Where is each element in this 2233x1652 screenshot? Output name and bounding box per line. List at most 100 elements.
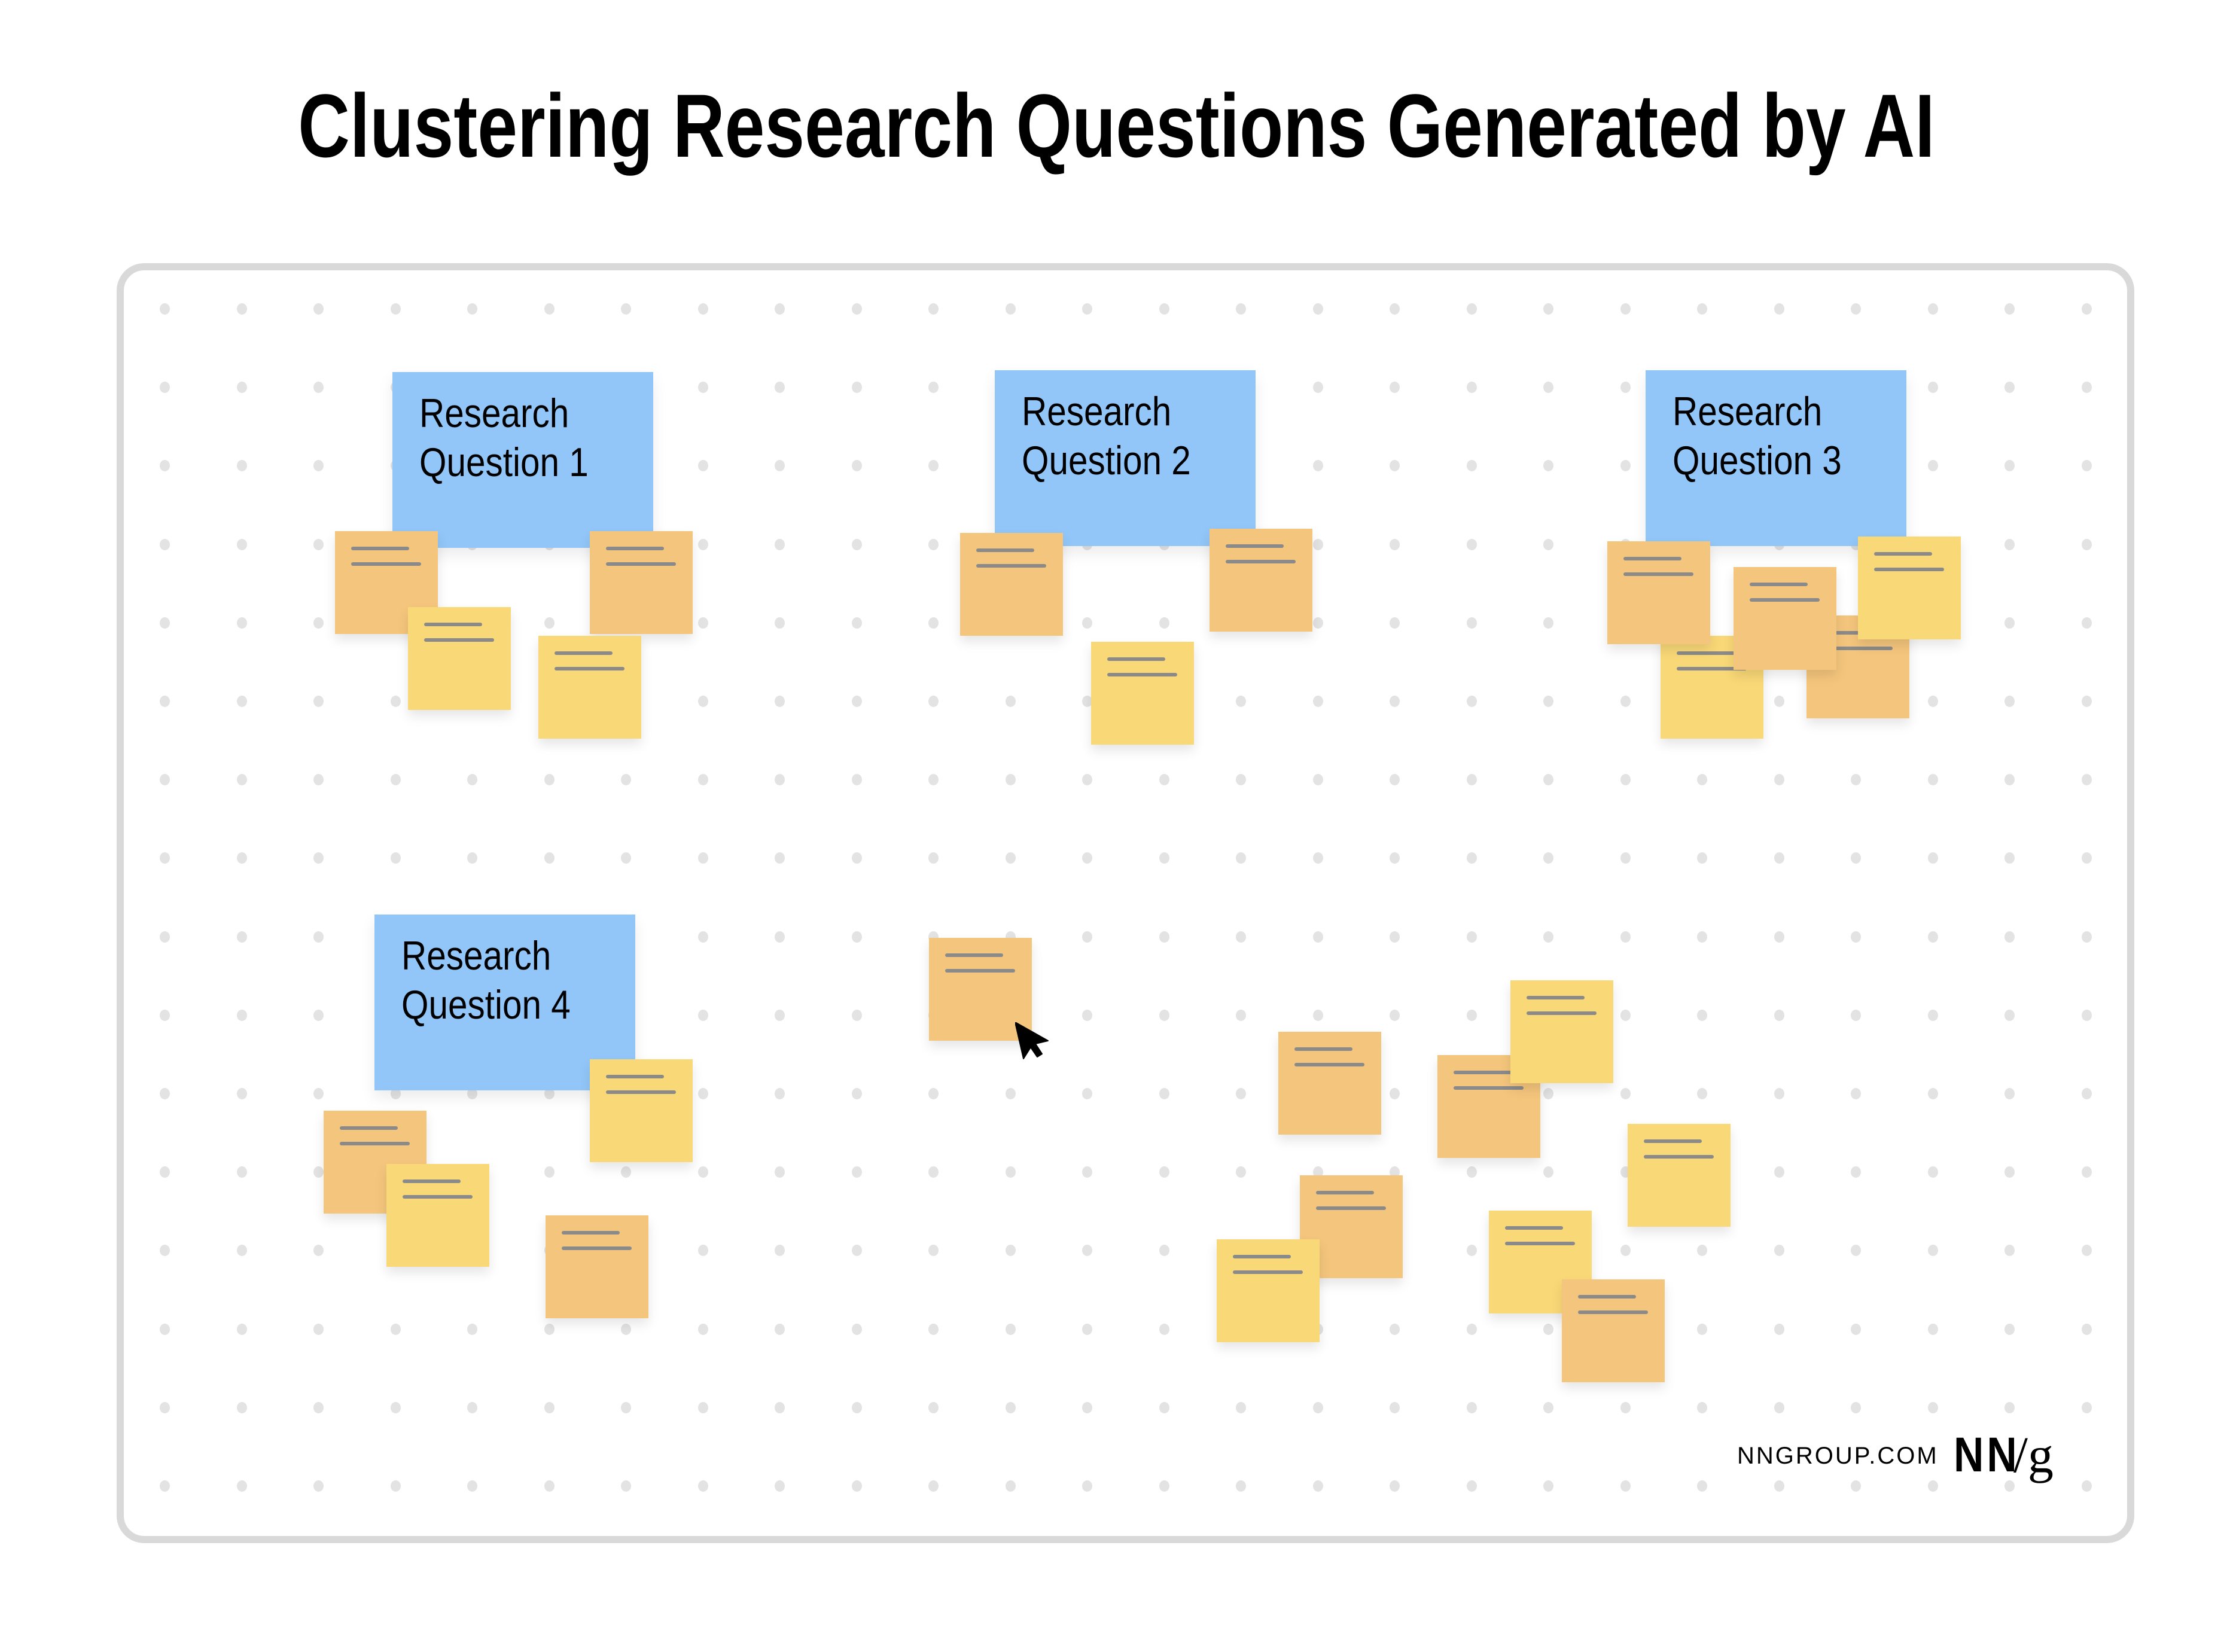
text-line [1226, 560, 1296, 563]
sticky-note[interactable] [1278, 1032, 1381, 1135]
sticky-note[interactable] [590, 531, 693, 634]
grid-dot [2081, 1480, 2092, 1492]
grid-dot [313, 617, 324, 629]
grid-dot [1543, 1323, 1553, 1335]
grid-dot [160, 774, 170, 786]
grid-dot [1082, 774, 1092, 786]
grid-dot [1005, 1480, 1016, 1492]
grid-dot [1543, 931, 1553, 943]
card-line: Research [1022, 389, 1172, 434]
sticky-note[interactable] [1091, 642, 1194, 745]
text-line [340, 1126, 398, 1130]
text-line [976, 548, 1034, 552]
question-card-2[interactable]: Research Question 2 [995, 370, 1256, 546]
grid-dot [544, 617, 555, 629]
sticky-note[interactable] [1734, 567, 1836, 670]
sticky-note[interactable] [538, 636, 641, 739]
sticky-note[interactable] [1628, 1124, 1731, 1227]
grid-dot [775, 303, 785, 315]
text-line [606, 1075, 664, 1078]
grid-dot [1774, 303, 1784, 315]
grid-dot [1312, 382, 1323, 394]
grid-dot [1620, 1480, 1631, 1492]
grid-dot [2081, 931, 2092, 943]
sticky-note[interactable] [960, 533, 1063, 636]
grid-dot [313, 303, 324, 315]
grid-dot [1390, 852, 1400, 864]
grid-dot [1851, 774, 1861, 786]
grid-dot [1620, 1088, 1631, 1099]
grid-dot [621, 774, 631, 786]
text-line [1294, 1063, 1364, 1066]
grid-dot [1390, 460, 1400, 472]
grid-dot [1466, 1480, 1477, 1492]
sticky-note[interactable] [1510, 980, 1613, 1083]
grid-dot [1543, 303, 1553, 315]
grid-dot [1543, 460, 1553, 472]
grid-dot [236, 460, 247, 472]
grid-dot [313, 1009, 324, 1021]
text-line [1233, 1270, 1303, 1274]
text-line [424, 638, 494, 642]
grid-dot [236, 382, 247, 394]
grid-dot [1851, 1323, 1861, 1335]
dot-grid [0, 0, 2233, 1652]
grid-dot [1312, 774, 1323, 786]
sticky-note[interactable] [1562, 1279, 1665, 1382]
grid-dot [1927, 774, 1938, 786]
text-line [1226, 544, 1284, 548]
grid-dot [236, 1480, 247, 1492]
grid-dot [1466, 774, 1477, 786]
sticky-note[interactable] [590, 1059, 693, 1162]
grid-dot [313, 1323, 324, 1335]
text-line [562, 1231, 620, 1235]
grid-dot [851, 303, 862, 315]
grid-dot [1466, 1245, 1477, 1257]
grid-dot [1774, 1166, 1784, 1178]
grid-dot [851, 1323, 862, 1335]
question-card-3[interactable]: Research Question 3 [1646, 370, 1906, 546]
text-line [1874, 568, 1944, 571]
grid-dot [467, 1323, 477, 1335]
sticky-note[interactable] [1858, 537, 1961, 639]
grid-dot [1697, 1088, 1707, 1099]
question-card-label: Research Question 2 [1022, 387, 1223, 485]
grid-dot [236, 617, 247, 629]
grid-dot [1620, 303, 1631, 315]
grid-dot [1774, 1401, 1784, 1413]
site-url: NNGROUP.COM [1737, 1443, 1939, 1469]
sticky-note[interactable] [386, 1164, 489, 1267]
text-line [1294, 1047, 1352, 1051]
grid-dot [1697, 1245, 1707, 1257]
grid-dot [236, 852, 247, 864]
grid-dot [2081, 1323, 2092, 1335]
grid-dot [2004, 1245, 2015, 1257]
grid-dot [467, 1480, 477, 1492]
grid-dot [390, 852, 401, 864]
card-line: Question 3 [1673, 438, 1842, 483]
grid-dot [236, 1166, 247, 1178]
grid-dot [1312, 852, 1323, 864]
grid-dot [467, 852, 477, 864]
grid-dot [2081, 1245, 2092, 1257]
grid-dot [544, 1166, 555, 1178]
grid-dot [928, 1088, 939, 1099]
sticky-note[interactable] [408, 607, 511, 710]
grid-dot [1697, 931, 1707, 943]
sticky-note[interactable] [1210, 529, 1312, 632]
card-line: Question 2 [1022, 438, 1191, 483]
grid-dot [1005, 1166, 1016, 1178]
grid-dot [1312, 1401, 1323, 1413]
grid-dot [313, 774, 324, 786]
grid-dot [1620, 460, 1631, 472]
grid-dot [928, 460, 939, 472]
grid-dot [697, 460, 708, 472]
grid-dot [1543, 852, 1553, 864]
sticky-note[interactable] [1217, 1239, 1320, 1342]
question-card-1[interactable]: Research Question 1 [392, 372, 653, 548]
sticky-note[interactable] [546, 1215, 648, 1318]
grid-dot [1620, 696, 1631, 707]
card-line: Research [1673, 389, 1823, 434]
grid-dot [851, 460, 862, 472]
sticky-note[interactable] [1607, 541, 1710, 644]
